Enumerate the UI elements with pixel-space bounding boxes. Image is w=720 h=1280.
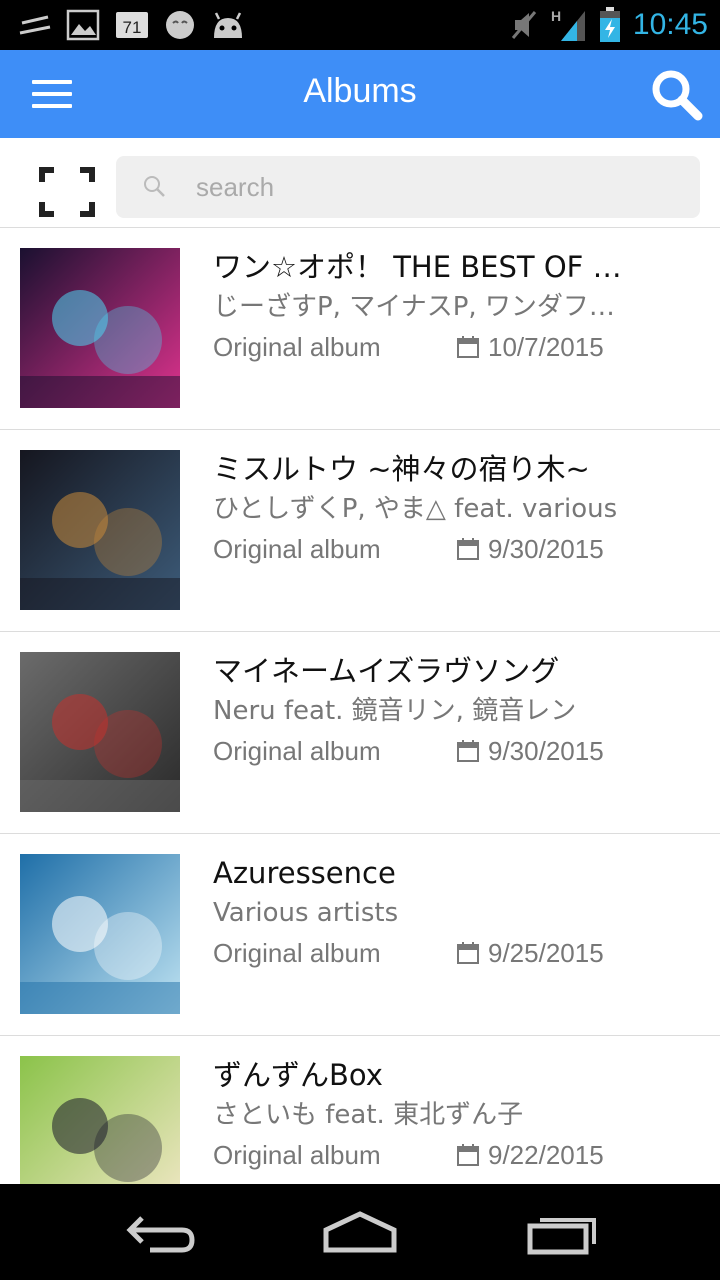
back-button[interactable] bbox=[120, 1208, 200, 1258]
album-artist: Various artists bbox=[213, 898, 399, 928]
search-input[interactable] bbox=[196, 166, 686, 208]
status-bar-notifications: 71 bbox=[18, 7, 246, 43]
album-title: ワン☆オポ！ THE BEST OF BEST! bbox=[213, 250, 623, 284]
status-bar-system: H 10:45 bbox=[509, 5, 708, 45]
album-date-text: 10/7/2015 bbox=[488, 332, 604, 362]
album-list-item[interactable]: ワン☆オポ！ THE BEST OF BEST! じーざすP, マイナスP, ワン… bbox=[0, 228, 720, 430]
album-list-item[interactable]: ずんずんBox さといも feat. 東北ずん子 Original album 9/2… bbox=[0, 1036, 720, 1184]
recents-button[interactable] bbox=[520, 1208, 600, 1258]
signal-icon: H bbox=[551, 8, 585, 41]
album-release-date: 9/30/2015 bbox=[456, 532, 604, 566]
album-type: Original album bbox=[213, 332, 381, 362]
album-title: マイネームイズラヴソング bbox=[213, 654, 560, 688]
album-title: Azuressence bbox=[213, 856, 396, 890]
album-type: Original album bbox=[213, 1140, 381, 1170]
android-icon bbox=[214, 12, 242, 38]
app-bar: Albums bbox=[0, 50, 720, 138]
album-list-item[interactable]: Azuressence Various artists Original album… bbox=[0, 834, 720, 1036]
album-type: Original album bbox=[213, 938, 381, 968]
calendar-icon bbox=[457, 538, 479, 560]
search-icon bbox=[144, 176, 165, 197]
recents-icon bbox=[527, 1218, 596, 1255]
album-cover-art bbox=[20, 652, 180, 812]
album-release-date: 9/22/2015 bbox=[456, 1138, 604, 1172]
album-cover-image bbox=[20, 1056, 180, 1184]
album-list-screen: ワン☆オポ！ THE BEST OF BEST! じーざすP, マイナスP, ワン… bbox=[0, 138, 720, 1184]
scan-frame-icon bbox=[39, 167, 95, 217]
album-date-text: 9/30/2015 bbox=[488, 736, 604, 766]
back-icon bbox=[126, 1216, 195, 1253]
album-artist: じーざすP, マイナスP, ワンダフル☆オポチュニティ! bbox=[213, 292, 623, 322]
album-type: Original album bbox=[213, 736, 381, 766]
scan-button[interactable] bbox=[38, 166, 96, 218]
home-icon bbox=[323, 1211, 397, 1253]
navigation-bar bbox=[0, 1184, 720, 1280]
battery-charging-icon bbox=[599, 7, 620, 42]
notification-badge-text: 71 bbox=[123, 18, 142, 37]
album-list: ワン☆オポ！ THE BEST OF BEST! じーざすP, マイナスP, ワン… bbox=[0, 228, 720, 1184]
album-date-text: 9/30/2015 bbox=[488, 534, 604, 564]
search-row bbox=[0, 138, 720, 228]
album-cover-art bbox=[20, 854, 180, 1014]
notification-lines-icon bbox=[19, 15, 51, 35]
calendar-icon bbox=[457, 740, 479, 762]
album-release-date: 10/7/2015 bbox=[456, 330, 604, 364]
image-icon bbox=[66, 9, 100, 41]
album-cover-art bbox=[20, 450, 180, 610]
network-type-text: H bbox=[551, 8, 561, 24]
face-icon bbox=[166, 11, 194, 39]
album-cover-image bbox=[20, 652, 180, 812]
album-cover-image bbox=[20, 248, 180, 408]
search-button[interactable] bbox=[648, 66, 706, 124]
album-artist: さといも feat. 東北ずん子 bbox=[213, 1100, 524, 1130]
album-list-item[interactable]: ミスルトウ ~神々の宿り木~ ひとしずくP, やま△ feat. various O… bbox=[0, 430, 720, 632]
calendar-badge-icon: 71 bbox=[116, 12, 148, 38]
album-artist: Neru feat. 鏡音リン, 鏡音レン bbox=[213, 696, 577, 726]
calendar-icon bbox=[457, 336, 479, 358]
search-box[interactable] bbox=[116, 156, 700, 218]
album-title: ミスルトウ ~神々の宿り木~ bbox=[213, 452, 590, 486]
mute-icon bbox=[511, 11, 537, 39]
album-list-item[interactable]: マイネームイズラヴソング Neru feat. 鏡音リン, 鏡音レン Origina… bbox=[0, 632, 720, 834]
album-title: ずんずんBox bbox=[213, 1058, 383, 1092]
home-button[interactable] bbox=[320, 1208, 400, 1258]
album-cover-art bbox=[20, 248, 180, 408]
search-icon bbox=[652, 70, 703, 121]
status-bar: 71 H 10:45 bbox=[0, 0, 720, 50]
album-release-date: 9/30/2015 bbox=[456, 734, 604, 768]
album-cover-art bbox=[20, 1056, 180, 1184]
album-cover-image bbox=[20, 854, 180, 1014]
album-release-date: 9/25/2015 bbox=[456, 936, 604, 970]
page-title: Albums bbox=[303, 72, 417, 110]
calendar-icon bbox=[457, 942, 479, 964]
album-date-text: 9/22/2015 bbox=[488, 1140, 604, 1170]
album-artist: ひとしずくP, やま△ feat. various bbox=[213, 494, 618, 524]
album-date-text: 9/25/2015 bbox=[488, 938, 604, 968]
album-cover-image bbox=[20, 450, 180, 610]
album-type: Original album bbox=[213, 534, 381, 564]
calendar-icon bbox=[457, 1144, 479, 1166]
status-time: 10:45 bbox=[632, 8, 708, 41]
